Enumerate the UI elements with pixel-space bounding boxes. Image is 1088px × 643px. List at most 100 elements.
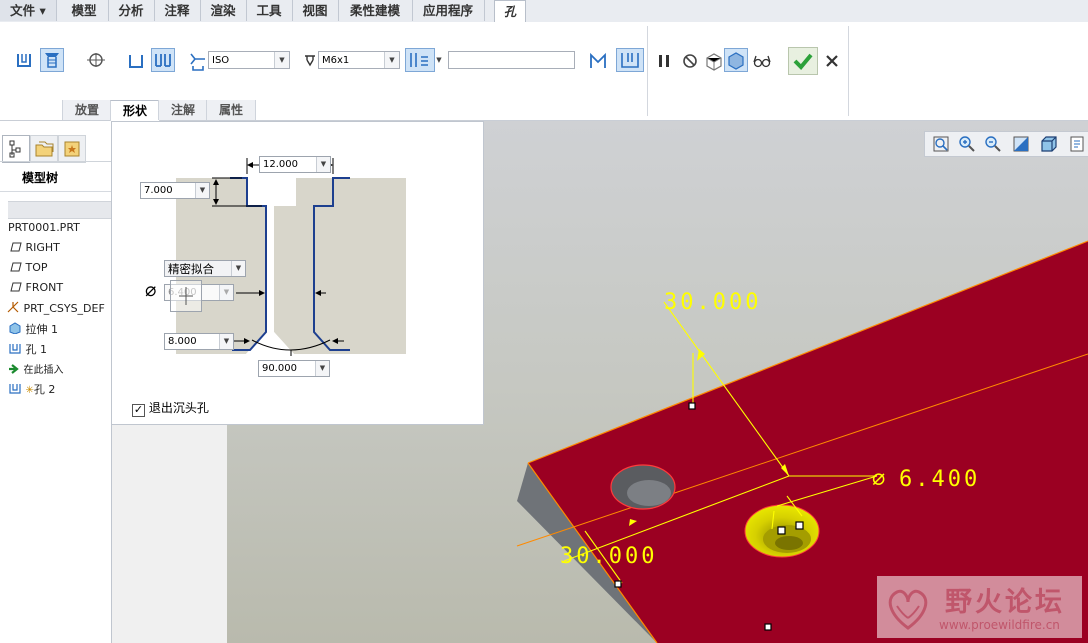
pause-icon: [659, 55, 669, 67]
model-tree-tab[interactable]: [2, 135, 30, 163]
watermark-title: 野火论坛: [945, 587, 1065, 618]
simple-hole-button[interactable]: [12, 48, 36, 72]
folder-browser-tab[interactable]: [30, 135, 58, 163]
subtab-properties[interactable]: 属性: [206, 100, 256, 120]
datum-plane-icon: [10, 242, 22, 252]
tree-item-insert-here[interactable]: 在此插入: [8, 361, 64, 376]
depth-value-field[interactable]: [448, 51, 575, 69]
chevron-down-icon: ▼: [219, 285, 233, 300]
screw-size-value: M6x1: [322, 55, 350, 66]
verify-button[interactable]: [724, 48, 748, 72]
tapped-hole-button[interactable]: [124, 49, 148, 73]
hole-feature-icon: [9, 344, 21, 354]
file-menu[interactable]: 文件 ▾: [0, 0, 57, 21]
divider: [0, 191, 111, 192]
diameter-symbol-icon: ⌀: [145, 279, 157, 301]
sketch-profile-icon: [87, 53, 105, 67]
exit-countersink-checkbox[interactable]: ✓ 退出沉头孔: [132, 399, 209, 417]
model-tree-title: 模型树: [22, 171, 59, 185]
dimension-top[interactable]: 30.000: [664, 290, 761, 315]
thread-type-button[interactable]: [186, 49, 210, 73]
drag-handle[interactable]: [777, 526, 786, 535]
glasses-button[interactable]: [750, 49, 774, 73]
preview-icon: [706, 53, 722, 71]
cancel-button[interactable]: [820, 49, 844, 73]
depth-to-next-icon: [410, 53, 428, 67]
ok-button[interactable]: [788, 47, 818, 75]
fit-type-combo[interactable]: 精密拟合 ▼: [164, 260, 246, 277]
clearance-hole-button[interactable]: [151, 48, 175, 72]
dimension-bottom[interactable]: 30.000: [560, 544, 657, 569]
tree-item-extrude[interactable]: 拉伸 1: [8, 321, 58, 337]
tapped-hole-icon: [129, 55, 143, 68]
subtab-placement[interactable]: 放置: [62, 100, 112, 120]
counterbore-depth-combo[interactable]: 7.000 ▼: [140, 182, 210, 199]
tab-hole[interactable]: 孔: [494, 0, 526, 23]
pause-button[interactable]: [652, 49, 676, 73]
countersink-depth-combo[interactable]: 8.000 ▼: [164, 333, 234, 350]
tab-model[interactable]: 模型: [60, 0, 109, 21]
tab-render[interactable]: 渲染: [200, 0, 247, 21]
favorites-icon: [64, 141, 80, 157]
divider: [0, 161, 111, 162]
tree-item-label: PRT_CSYS_DEF: [23, 302, 105, 315]
saved-views-icon: [1070, 136, 1084, 152]
tab-view[interactable]: 视图: [292, 0, 339, 21]
fit-type-value: 精密拟合: [168, 262, 214, 276]
tree-header-bar: [8, 201, 111, 219]
zoom-out-button[interactable]: [983, 134, 1003, 154]
hole-feature-icon: [9, 384, 21, 394]
tree-item-top[interactable]: TOP: [8, 261, 48, 274]
subtab-shape[interactable]: 形状: [110, 100, 160, 121]
datum-plane-icon: [10, 262, 22, 272]
chevron-down-icon[interactable]: ▼: [433, 50, 445, 70]
depth-option-2-button[interactable]: [616, 48, 644, 72]
tree-item-hole-2[interactable]: ✳孔 2: [8, 381, 55, 397]
counterbore-diameter-combo[interactable]: 12.000 ▼: [259, 156, 331, 173]
tab-flexible-modeling[interactable]: 柔性建模: [338, 0, 413, 21]
display-style-button[interactable]: [1039, 134, 1059, 154]
favorites-tab[interactable]: [58, 135, 86, 163]
preview-button[interactable]: [702, 49, 726, 73]
watermark: 野火论坛 www.proewildfire.cn: [877, 576, 1082, 638]
zoom-out-icon: [985, 136, 1001, 152]
tab-applications[interactable]: 应用程序: [412, 0, 485, 21]
countersink-angle-combo[interactable]: 90.000 ▼: [258, 360, 330, 377]
subtab-notes[interactable]: 注解: [158, 100, 208, 120]
tab-analysis[interactable]: 分析: [108, 0, 155, 21]
chevron-down-icon: ▼: [316, 157, 330, 172]
folder-icon: [35, 141, 54, 157]
saved-views-button[interactable]: [1067, 134, 1087, 154]
depth-option-button[interactable]: [405, 48, 435, 72]
chevron-down-icon: ▼: [231, 261, 245, 276]
tab-tools[interactable]: 工具: [246, 0, 293, 21]
tree-item-front[interactable]: FRONT: [8, 281, 63, 294]
tree-item-part[interactable]: PRT0001.PRT: [8, 221, 80, 234]
tree-item-hole-1[interactable]: 孔 1: [8, 341, 47, 357]
check-icon: ✓: [132, 403, 145, 417]
repaint-button[interactable]: [1011, 134, 1031, 154]
sketch-profile-button[interactable]: [84, 48, 108, 72]
display-style-icon: [1041, 136, 1057, 152]
exit-countersink-label: 退出沉头孔: [148, 401, 209, 415]
refit-button[interactable]: [931, 134, 951, 154]
drag-handle[interactable]: [688, 402, 696, 410]
csys-icon: [7, 301, 19, 313]
tree-item-csys[interactable]: PRT_CSYS_DEF: [6, 301, 105, 315]
thread-standard-combo[interactable]: ISO ▼: [208, 51, 290, 69]
drag-handle[interactable]: [614, 580, 622, 588]
standard-hole-button[interactable]: [40, 48, 64, 72]
tree-icon: [9, 140, 21, 158]
flip-icon: [590, 52, 606, 68]
zoom-in-button[interactable]: [957, 134, 977, 154]
chevron-down-icon: ▼: [274, 52, 289, 68]
flip-depth-button[interactable]: [586, 49, 610, 73]
tab-annotate[interactable]: 注释: [154, 0, 201, 21]
drag-handle[interactable]: [764, 623, 772, 631]
hole-ribbon: ISO ▼ M6x1 ▼ ▼ 放置 形状 注解 属性: [0, 22, 1088, 121]
drag-handle[interactable]: [795, 521, 804, 530]
ribbon-separator: [647, 26, 648, 116]
screw-size-combo[interactable]: M6x1 ▼: [318, 51, 400, 69]
no-preview-button[interactable]: [678, 49, 702, 73]
tree-item-right[interactable]: RIGHT: [8, 241, 60, 254]
